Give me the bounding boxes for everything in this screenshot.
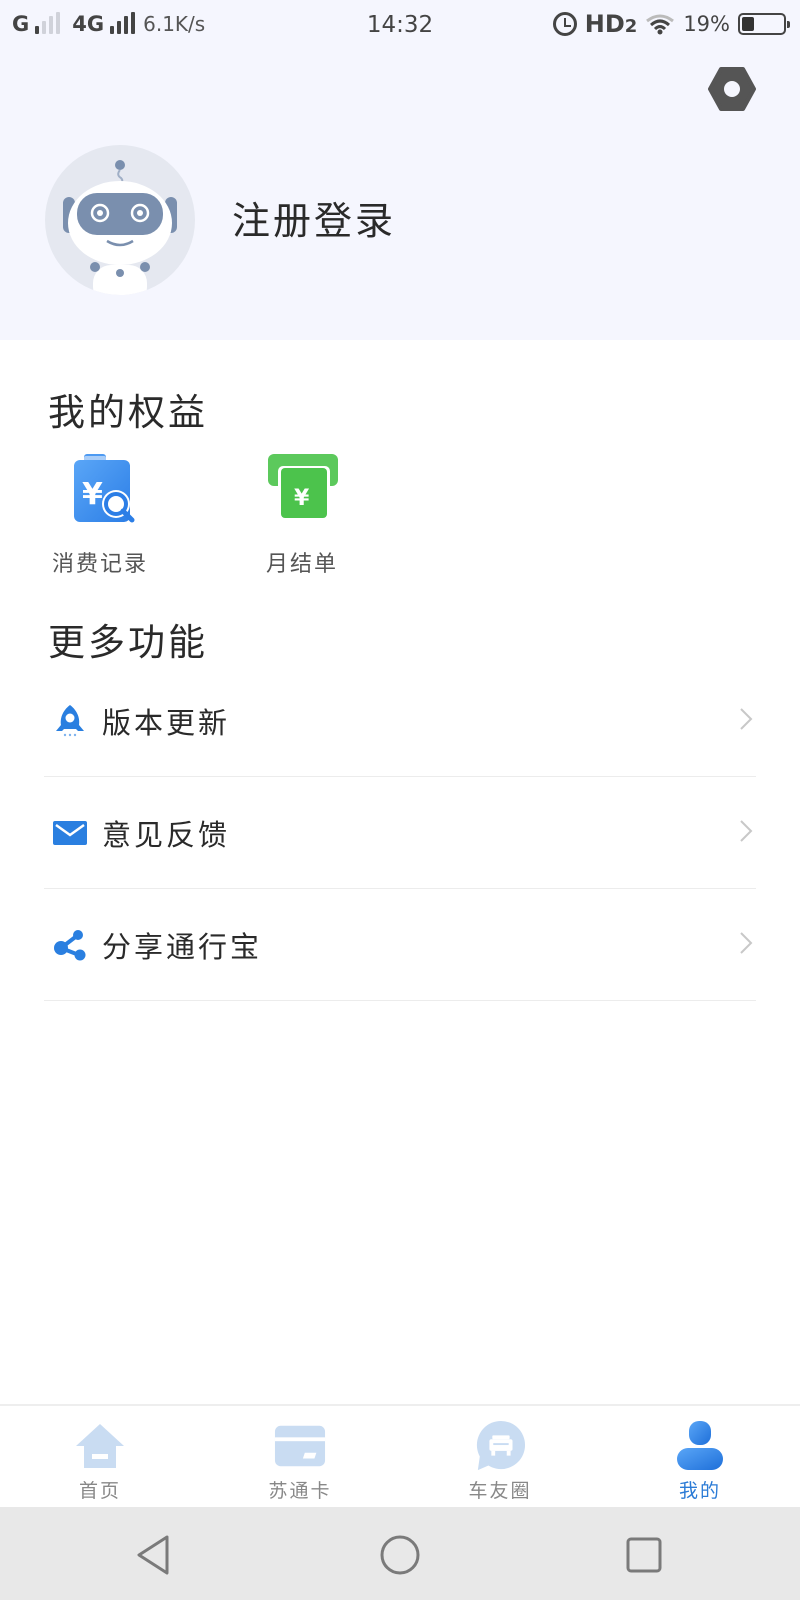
tab-mine[interactable]: 我的 (600, 1406, 800, 1507)
monthly-bill-label: 月结单 (265, 552, 338, 577)
robot-avatar-icon (63, 160, 177, 295)
more-features-title: 更多功能 (48, 621, 208, 664)
share-icon (52, 927, 88, 963)
tab-car-friends[interactable]: 车友圈 (400, 1406, 600, 1507)
tab-home-label: 首页 (78, 1480, 121, 1502)
monthly-bill-button[interactable]: ¥ 月结单 (247, 452, 357, 578)
feedback-label: 意见反馈 (102, 817, 231, 852)
share-app-item[interactable]: 分享通行宝 (44, 889, 756, 1001)
car-chat-icon (474, 1420, 526, 1472)
feedback-item[interactable]: 意见反馈 (44, 777, 756, 889)
monthly-bill-icon: ¥ (262, 452, 342, 532)
hd-sub: 2 (624, 16, 638, 37)
wifi-icon (645, 13, 675, 35)
svg-text:¥: ¥ (294, 486, 310, 511)
battery-percent: 19% (683, 12, 730, 36)
more-features-list: 版本更新 意见反馈 分享通行宝 (44, 665, 756, 1001)
version-update-label: 版本更新 (102, 705, 231, 740)
profile-header: 注册登录 (0, 55, 800, 340)
chevron-right-icon (738, 930, 754, 960)
alarm-icon (552, 12, 577, 36)
hd-indicator: HD2 (585, 10, 638, 38)
home-icon (74, 1420, 126, 1472)
tab-home[interactable]: 首页 (0, 1406, 200, 1507)
benefits-title: 我的权益 (48, 391, 208, 434)
user-icon (674, 1420, 726, 1472)
svg-text:¥: ¥ (82, 477, 103, 512)
avatar[interactable] (45, 145, 195, 295)
consumption-record-label: 消费记录 (51, 552, 148, 577)
battery-level (742, 17, 754, 31)
system-nav-bar (0, 1507, 800, 1600)
tab-mine-label: 我的 (678, 1480, 721, 1502)
nav-home-button[interactable] (372, 1527, 428, 1583)
chevron-right-icon (738, 706, 754, 736)
recents-square-icon (626, 1537, 662, 1573)
status-right: HD2 19% (552, 10, 790, 38)
share-app-label: 分享通行宝 (102, 929, 263, 964)
consumption-record-button[interactable]: ¥ 消费记录 (45, 452, 155, 578)
status-bar: G 4G 6.1K/s 14:32 HD2 19% (0, 0, 800, 55)
settings-button[interactable] (704, 61, 760, 117)
register-login-link[interactable]: 注册登录 (232, 190, 396, 245)
hd-text: HD (584, 10, 625, 38)
version-update-item[interactable]: 版本更新 (44, 665, 756, 777)
mail-icon (52, 815, 88, 851)
home-circle-icon (380, 1535, 420, 1575)
settings-hex-icon (708, 67, 756, 111)
back-triangle-icon (137, 1535, 169, 1575)
card-icon (274, 1420, 326, 1472)
tab-car-friends-label: 车友圈 (468, 1480, 532, 1502)
receipt-search-icon: ¥ (60, 452, 140, 532)
profile-page: G 4G 6.1K/s 14:32 HD2 19% 注册登录 我的权益 ¥ 消费… (0, 0, 800, 1600)
chevron-right-icon (738, 818, 754, 848)
nav-recents-button[interactable] (616, 1527, 672, 1583)
nav-back-button[interactable] (125, 1527, 181, 1583)
battery-icon (738, 13, 790, 35)
rocket-icon (52, 703, 88, 739)
tab-sutong-card-label: 苏通卡 (268, 1480, 332, 1502)
bottom-tab-bar: 首页 苏通卡 车友圈 我的 (0, 1404, 800, 1507)
tab-sutong-card[interactable]: 苏通卡 (200, 1406, 400, 1507)
